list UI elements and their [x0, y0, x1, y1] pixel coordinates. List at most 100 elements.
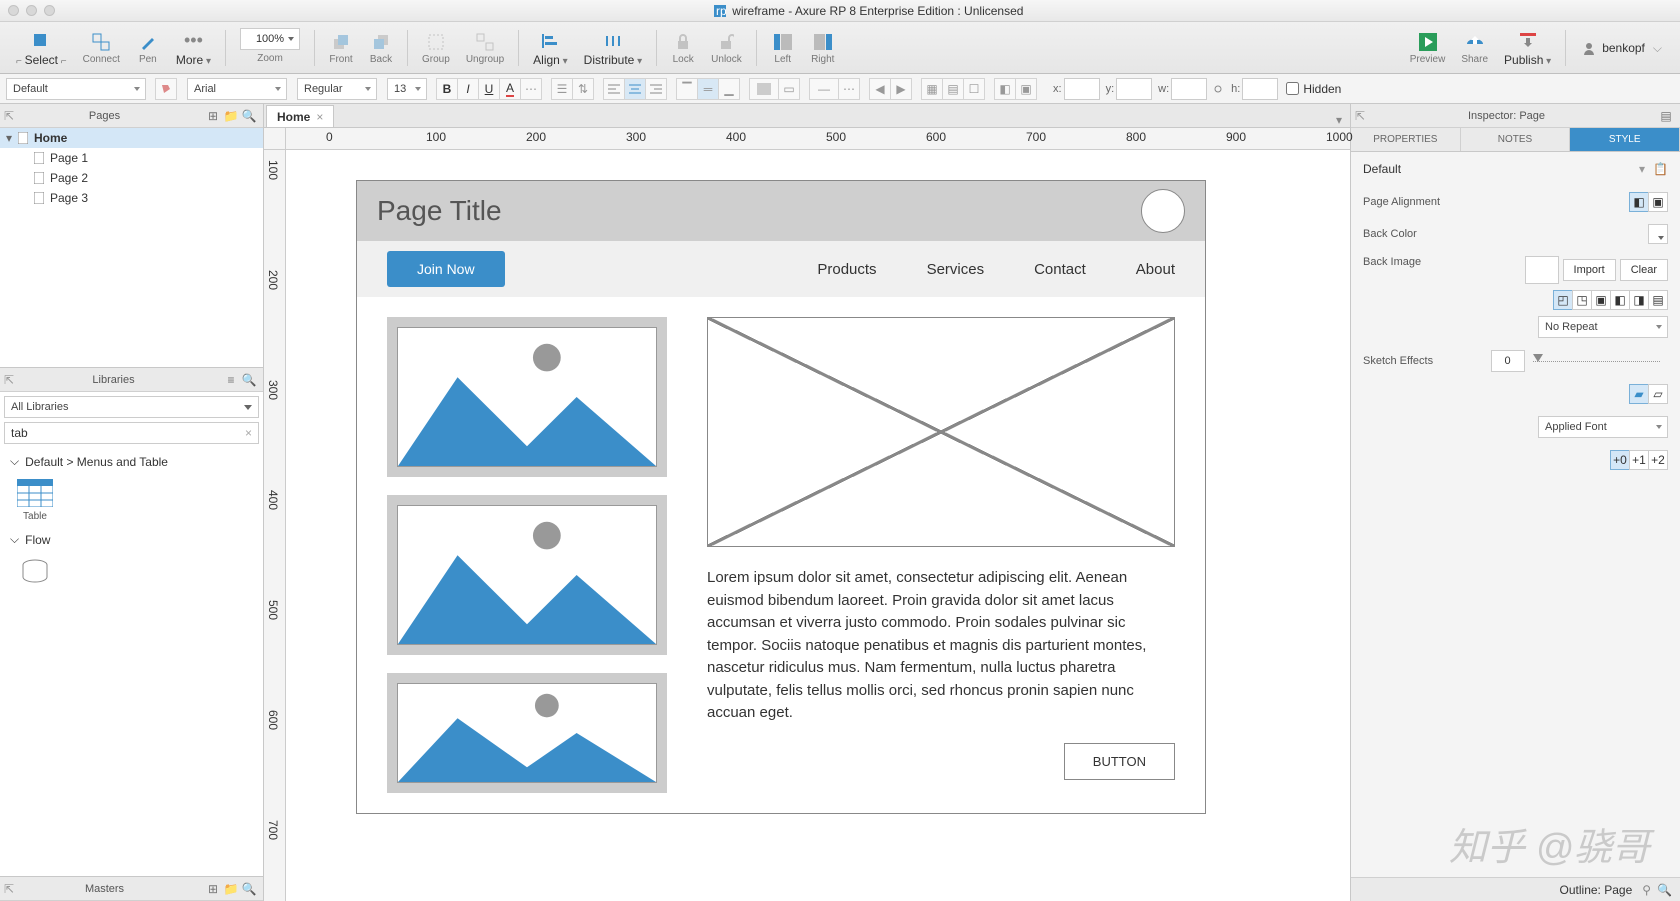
library-selector[interactable]: All Libraries: [4, 396, 259, 418]
arrow-start-button[interactable]: ◀: [869, 78, 891, 100]
text-color-button[interactable]: A: [499, 78, 521, 100]
tree-row[interactable]: Page 2: [0, 168, 263, 188]
ext5-button[interactable]: ▣: [1015, 78, 1037, 100]
valign-top-button[interactable]: ▔: [676, 78, 698, 100]
image-placeholder[interactable]: [387, 495, 667, 655]
join-now-button[interactable]: Join Now: [387, 251, 505, 287]
lib-menu-icon[interactable]: ≡: [223, 372, 239, 388]
placeholder-box[interactable]: [707, 317, 1175, 547]
applied-font-select[interactable]: Applied Font: [1538, 416, 1668, 438]
search-outline-icon[interactable]: 🔍: [1657, 883, 1672, 897]
tree-row[interactable]: Page 3: [0, 188, 263, 208]
ungroup-button[interactable]: Ungroup: [458, 26, 512, 70]
gray-mode-icon[interactable]: ▱: [1648, 384, 1668, 404]
back-color-picker[interactable]: [1648, 224, 1668, 244]
zoom-control[interactable]: 100%Zoom: [232, 26, 308, 66]
offset-2[interactable]: +2: [1648, 450, 1668, 470]
pos3-icon[interactable]: ▣: [1591, 290, 1611, 310]
widget-table[interactable]: Table: [10, 479, 60, 522]
canvas[interactable]: Page Title Join Now Products Services Co…: [286, 150, 1350, 901]
dock-left-button[interactable]: Left: [763, 26, 803, 70]
canvas-tab[interactable]: Home×: [266, 105, 334, 127]
more-text-button[interactable]: ⋯: [520, 78, 542, 100]
ext3-button[interactable]: ☐: [963, 78, 985, 100]
align-left-icon[interactable]: ◧: [1629, 192, 1649, 212]
inspector-menu-icon[interactable]: ▤: [1658, 108, 1674, 124]
w-input[interactable]: [1171, 78, 1207, 100]
pos2-icon[interactable]: ◳: [1572, 290, 1592, 310]
align-center-button[interactable]: [624, 78, 646, 100]
zoom-window-icon[interactable]: [44, 5, 55, 16]
offset-0[interactable]: +0: [1610, 450, 1630, 470]
align-button[interactable]: Align ▾: [525, 26, 576, 70]
tab-notes[interactable]: NOTES: [1461, 128, 1571, 151]
sketch-value[interactable]: [1491, 350, 1525, 372]
pos1-icon[interactable]: ◰: [1553, 290, 1573, 310]
nav-link[interactable]: Services: [927, 261, 985, 278]
unlock-button[interactable]: Unlock: [703, 26, 750, 70]
align-right-button[interactable]: [645, 78, 667, 100]
bold-button[interactable]: B: [436, 78, 458, 100]
y-input[interactable]: [1116, 78, 1152, 100]
ext2-button[interactable]: ▤: [942, 78, 964, 100]
size-select[interactable]: 13: [387, 78, 427, 100]
add-folder-icon[interactable]: 📁: [223, 108, 239, 124]
pin-icon[interactable]: ⇱: [4, 373, 14, 387]
valign-middle-button[interactable]: ═: [697, 78, 719, 100]
underline-button[interactable]: U: [478, 78, 500, 100]
tab-menu-icon[interactable]: ▾: [1328, 113, 1350, 127]
h-input[interactable]: [1242, 78, 1278, 100]
image-placeholder[interactable]: [387, 673, 667, 793]
nav-link[interactable]: Products: [817, 261, 876, 278]
spacing-button[interactable]: ⇅: [572, 78, 594, 100]
chevron-down-icon[interactable]: ▾: [1639, 162, 1645, 176]
ext1-button[interactable]: ▦: [921, 78, 943, 100]
italic-button[interactable]: I: [457, 78, 479, 100]
tree-row-home[interactable]: ▾Home: [0, 128, 263, 148]
align-left-button[interactable]: [603, 78, 625, 100]
font-select[interactable]: Arial: [187, 78, 287, 100]
wireframe-page[interactable]: Page Title Join Now Products Services Co…: [356, 180, 1206, 814]
send-back-button[interactable]: Back: [361, 26, 401, 70]
pin-icon[interactable]: ⇱: [1355, 109, 1365, 123]
hidden-checkbox[interactable]: Hidden: [1286, 82, 1341, 96]
paint-format-icon[interactable]: [155, 78, 177, 100]
ext4-button[interactable]: ◧: [994, 78, 1016, 100]
group-button[interactable]: Group: [414, 26, 458, 70]
library-category[interactable]: ⌵Default > Menus and Table: [0, 448, 263, 475]
fill-button[interactable]: [749, 78, 779, 100]
line-width-button[interactable]: —: [809, 78, 839, 100]
filter-icon[interactable]: ⚲: [1642, 883, 1651, 897]
image-placeholder[interactable]: [387, 317, 667, 477]
dock-right-button[interactable]: Right: [803, 26, 843, 70]
clear-search-icon[interactable]: ×: [245, 426, 252, 440]
pin-icon[interactable]: ⇱: [4, 882, 14, 896]
x-input[interactable]: [1064, 78, 1100, 100]
image-swatch[interactable]: [1525, 256, 1559, 284]
line-style-button[interactable]: ⋯: [838, 78, 860, 100]
share-button[interactable]: Share: [1453, 26, 1496, 70]
library-category[interactable]: ⌵Flow: [0, 526, 263, 553]
close-tab-icon[interactable]: ×: [316, 110, 323, 124]
style-select[interactable]: Default: [6, 78, 146, 100]
lock-button[interactable]: Lock: [663, 26, 703, 70]
pos4-icon[interactable]: ◧: [1610, 290, 1630, 310]
widget-flow[interactable]: [10, 557, 60, 585]
sketch-slider[interactable]: [1533, 359, 1661, 363]
body-text[interactable]: Lorem ipsum dolor sit amet, consectetur …: [707, 567, 1175, 725]
border-button[interactable]: ▭: [778, 78, 800, 100]
align-center-icon[interactable]: ▣: [1648, 192, 1668, 212]
more-tools[interactable]: •••More ▾: [168, 26, 219, 70]
minimize-window-icon[interactable]: [26, 5, 37, 16]
select-tool[interactable]: ⌐ Select ⌐: [8, 26, 75, 70]
publish-button[interactable]: Publish ▾: [1496, 26, 1559, 70]
offset-1[interactable]: +1: [1629, 450, 1649, 470]
tab-style[interactable]: STYLE: [1570, 128, 1680, 151]
search-masters-icon[interactable]: 🔍: [241, 881, 257, 897]
bring-front-button[interactable]: Front: [321, 26, 361, 70]
arrow-end-button[interactable]: ▶: [890, 78, 912, 100]
nav-link[interactable]: Contact: [1034, 261, 1086, 278]
import-button[interactable]: Import: [1563, 259, 1616, 281]
connect-tool[interactable]: Connect: [75, 26, 128, 70]
close-window-icon[interactable]: [8, 5, 19, 16]
